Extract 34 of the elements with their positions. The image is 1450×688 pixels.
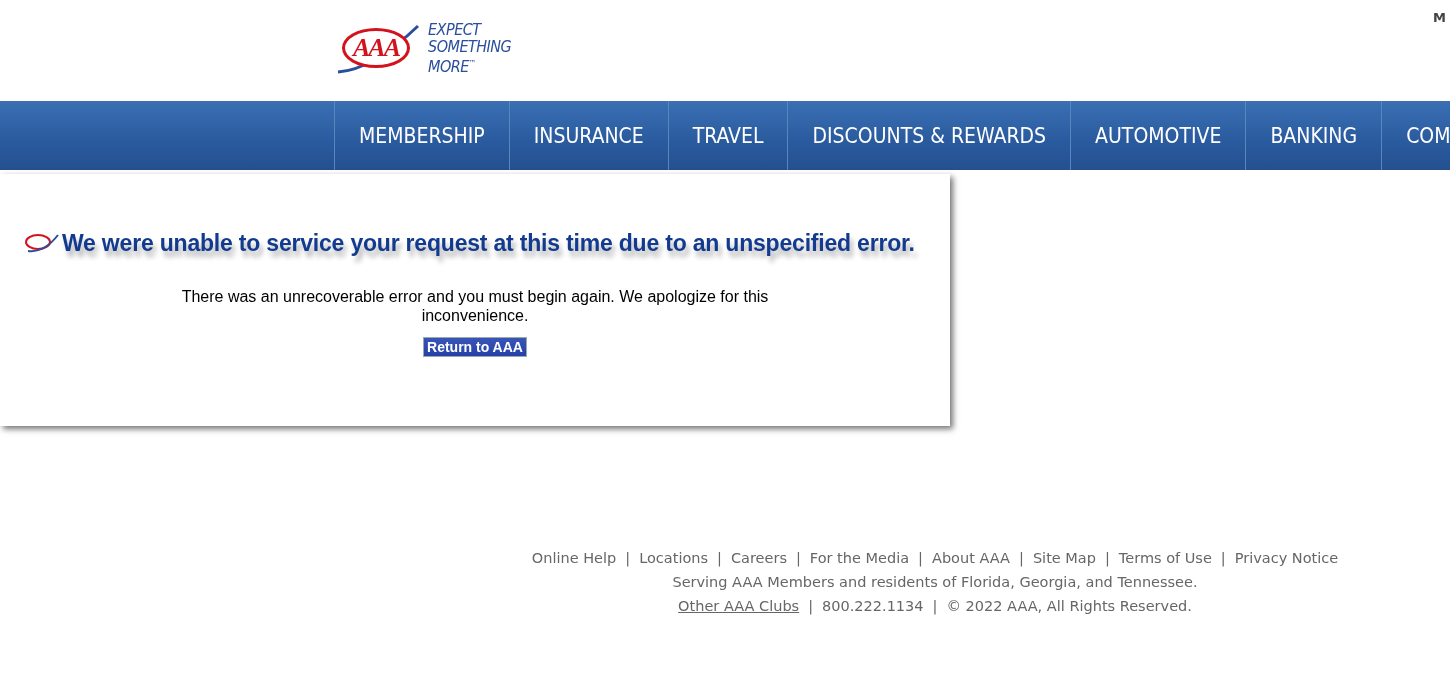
footer-link[interactable]: Locations bbox=[639, 550, 709, 566]
nav-item[interactable]: DISCOUNTS & REWARDS bbox=[787, 101, 1071, 170]
serving-text: Serving AAA Members and residents of Florida, Georgia, and Tennessee. bbox=[672, 574, 1198, 590]
separator: | bbox=[717, 550, 722, 566]
footer-text: © 2022 AAA, All Rights Reserved. bbox=[946, 598, 1192, 614]
nav-item[interactable]: TRAVEL bbox=[667, 101, 788, 170]
footer-link[interactable]: Terms of Use bbox=[1118, 550, 1212, 566]
footer-link[interactable]: Other AAA Clubs bbox=[678, 598, 800, 614]
logo[interactable]: AAA EXPECT SOMETHING MORE$^{™}$ bbox=[332, 20, 512, 76]
separator: | bbox=[1104, 550, 1110, 566]
nav-item[interactable]: COM bbox=[1381, 101, 1450, 170]
separator: | bbox=[1019, 550, 1024, 566]
footer-link[interactable]: For the Media bbox=[809, 550, 910, 566]
separator: | bbox=[932, 598, 938, 614]
separator: | bbox=[795, 550, 801, 566]
footer-text: 800.222.1134 bbox=[822, 598, 924, 614]
nav-item[interactable]: MEMBERSHIP bbox=[334, 101, 509, 170]
separator: | bbox=[918, 550, 923, 566]
footer-link[interactable]: Privacy Notice bbox=[1234, 550, 1339, 566]
separator: | bbox=[625, 550, 631, 566]
account-link[interactable]: M bbox=[1433, 10, 1446, 25]
footer-link[interactable]: About AAA bbox=[931, 550, 1010, 566]
footer-link[interactable]: Site Map bbox=[1032, 550, 1096, 566]
nav-item[interactable]: INSURANCE bbox=[508, 101, 668, 170]
separator: | bbox=[1220, 550, 1226, 566]
footer-link[interactable]: Careers bbox=[730, 550, 787, 566]
error-message: There was an unrecoverable error and you must begin again. We apologize for this inconvenience. bbox=[180, 287, 770, 325]
return-button[interactable]: Return to AAA bbox=[423, 337, 527, 357]
footer-link[interactable]: Online Help bbox=[531, 550, 617, 566]
error-title: We were unable to service your request at this time due to an unspecified error. bbox=[62, 230, 915, 257]
nav-item[interactable]: AUTOMOTIVE bbox=[1070, 101, 1246, 170]
nav-item[interactable]: BANKING bbox=[1245, 101, 1382, 170]
logo-icon bbox=[24, 232, 60, 255]
separator: | bbox=[808, 598, 814, 614]
